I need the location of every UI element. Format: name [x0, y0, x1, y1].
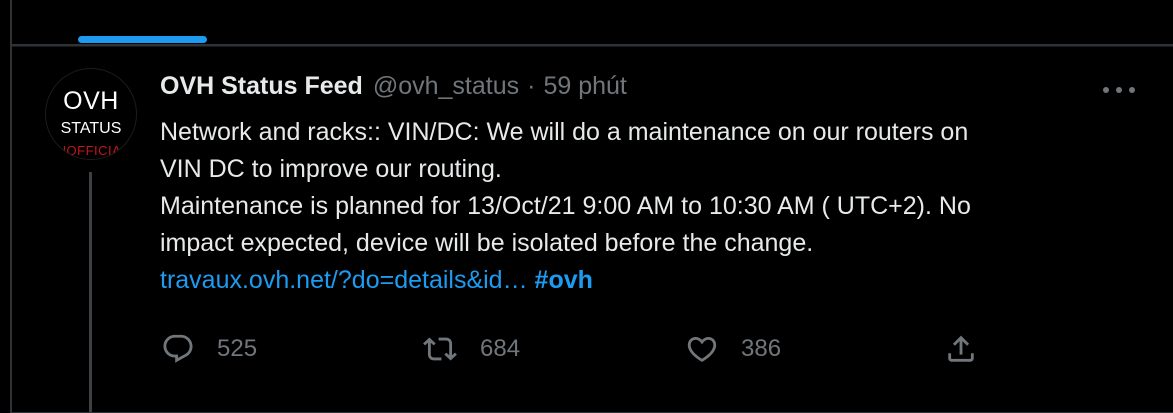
tweet-text-line: Maintenance is planned for 13/Oct/21 9:0… — [160, 192, 971, 220]
more-dot — [1103, 87, 1109, 93]
more-dot — [1116, 87, 1122, 93]
tweet-text-line: impact expected, device will be isolated… — [160, 229, 814, 257]
retweet-icon — [423, 337, 457, 361]
tweet-divider — [12, 46, 1173, 47]
share-icon — [948, 335, 974, 362]
tweet-actions: 525 684 386 — [0, 330, 1173, 370]
reply-icon — [163, 334, 193, 363]
retweet-button[interactable]: 684 — [422, 330, 520, 368]
avatar-ovh-text: OVH — [63, 87, 119, 115]
heart-icon — [687, 336, 717, 362]
user-handle[interactable]: @ovh_status — [373, 72, 519, 101]
like-count: 386 — [741, 335, 782, 362]
avatar-status-text: STATUS — [60, 120, 122, 137]
like-button[interactable]: 386 — [685, 330, 781, 368]
tweet-timestamp[interactable]: 59 phút — [543, 72, 626, 101]
tweet-hashtag[interactable]: #ovh — [535, 266, 593, 294]
tweet-text: Network and racks:: VIN/DC: We will do a… — [160, 114, 1150, 299]
retweet-count: 684 — [480, 335, 521, 362]
active-tab-indicator — [78, 36, 207, 43]
tweet-link[interactable]: travaux.ovh.net/?do=details&id… — [160, 266, 528, 294]
header-separator: · — [527, 72, 536, 100]
tweet-header: OVH Status Feed @ovh_status · 59 phút — [160, 72, 627, 104]
reply-button[interactable]: 525 — [161, 330, 257, 368]
more-dot — [1129, 87, 1135, 93]
avatar[interactable]: OVH STATUS NOFFICIA — [45, 68, 137, 160]
reply-count: 525 — [217, 335, 258, 362]
tweet-link-line: travaux.ovh.net/?do=details&id… #ovh — [160, 262, 1150, 299]
tweet-text-line: VIN DC to improve our routing. — [160, 155, 502, 183]
tweet-text-line: Network and racks:: VIN/DC: We will do a… — [160, 118, 969, 146]
display-name[interactable]: OVH Status Feed — [160, 72, 363, 101]
share-button[interactable] — [944, 330, 978, 368]
more-icon[interactable] — [1103, 86, 1135, 94]
thread-line — [89, 172, 92, 412]
avatar-unofficial-text: NOFFICIA — [56, 143, 122, 158]
